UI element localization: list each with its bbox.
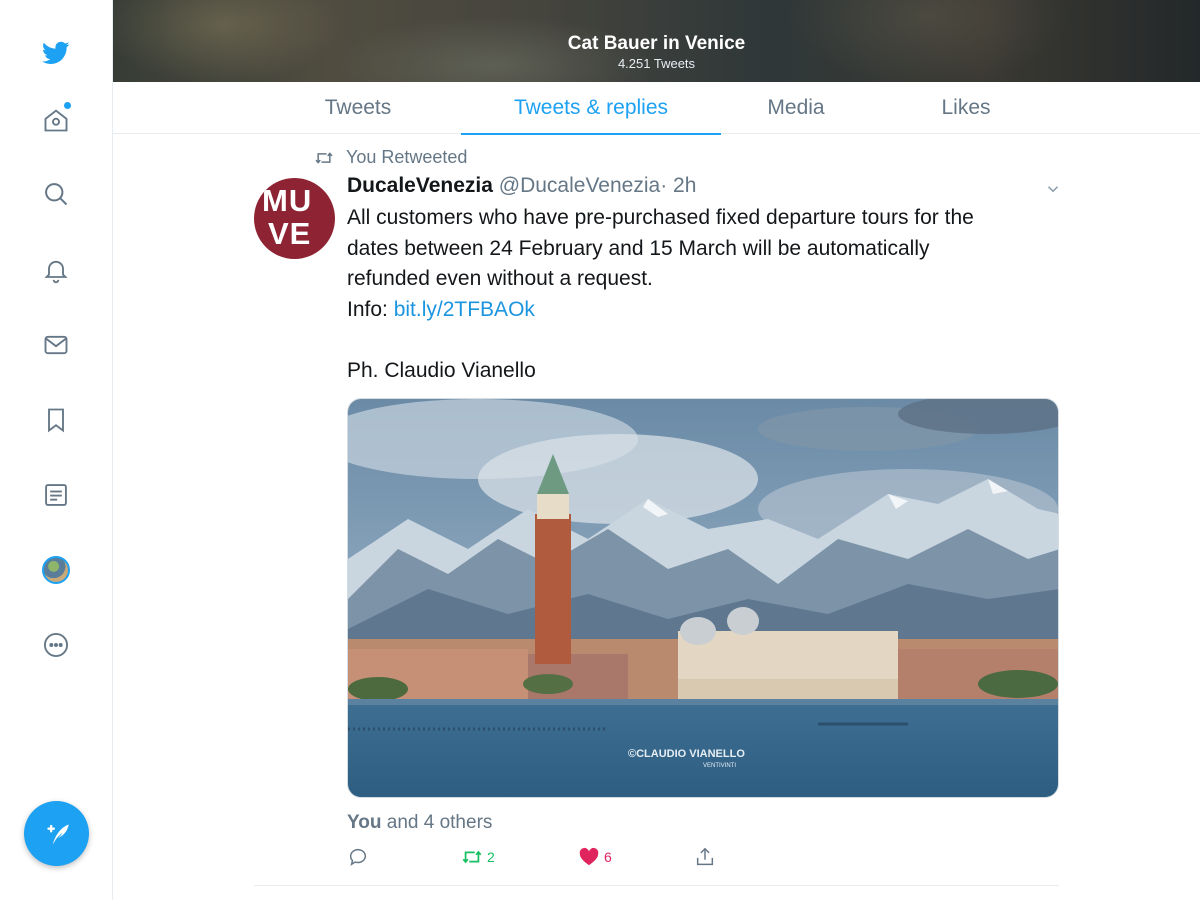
share-icon [696, 847, 714, 866]
reply-icon [349, 848, 366, 866]
avatar-text-bottom: VE [268, 216, 312, 251]
twitter-bird-icon[interactable] [36, 33, 76, 73]
more-icon[interactable] [36, 625, 76, 665]
share-button[interactable] [694, 846, 716, 868]
liked-by-you: You [347, 812, 382, 833]
chevron-down-icon[interactable] [1044, 180, 1062, 198]
tweet-author-avatar[interactable]: MU VE [254, 178, 335, 259]
tab-tweets[interactable]: Tweets [283, 82, 433, 134]
tweet-author-line: DucaleVenezia @DucaleVenezia· 2h [347, 174, 696, 198]
tab-media[interactable]: Media [733, 82, 859, 134]
list-icon[interactable] [36, 475, 76, 515]
tweet-media-image[interactable]: ©CLAUDIO VIANELLO VENTIVINTI [347, 398, 1059, 798]
mail-icon[interactable] [36, 325, 76, 365]
notification-dot [64, 102, 71, 109]
tweet-text: All customers who have pre-purchased fix… [347, 203, 1047, 386]
profile-tabs: Tweets Tweets & replies Media Likes [113, 82, 1200, 135]
tweet-actions: 2 6 [347, 846, 747, 874]
tweet-text-line: refunded even without a request. [347, 267, 653, 290]
liked-by-others: and 4 others [381, 812, 493, 833]
like-count: 6 [604, 849, 612, 865]
avatar [42, 556, 70, 584]
tweet-divider [254, 885, 1059, 886]
tab-likes[interactable]: Likes [913, 82, 1019, 134]
tweet-text-line: dates between 24 February and 15 March w… [347, 236, 930, 260]
bell-icon[interactable] [36, 250, 76, 290]
media-watermark: ©CLAUDIO VIANELLO [628, 748, 745, 760]
profile-avatar[interactable] [36, 550, 76, 590]
compose-tweet-button[interactable] [24, 801, 89, 866]
retweet-count: 2 [487, 849, 495, 865]
author-handle[interactable]: @DucaleVenezia [499, 174, 660, 197]
tab-tweets-and-replies[interactable]: Tweets & replies [461, 82, 721, 135]
tweet-text-line: All customers who have pre-purchased fix… [347, 206, 974, 229]
retweet-label: You Retweeted [346, 147, 468, 167]
compose-tweet-icon [46, 823, 69, 845]
retweet-button[interactable]: 2 [461, 846, 495, 868]
nav-rail [0, 0, 113, 900]
photo-credit: Ph. Claudio Vianello [347, 358, 536, 382]
retweet-icon [462, 850, 482, 864]
retweet-context: You Retweeted [314, 147, 467, 168]
tweet-info-line: Info: bit.ly/2TFBAOk [347, 295, 1047, 326]
liked-by[interactable]: You and 4 others [347, 812, 492, 834]
info-label: Info: [347, 297, 394, 321]
like-button[interactable]: 6 [578, 846, 612, 868]
tweet-time[interactable]: · 2h [660, 174, 696, 197]
bookmark-icon[interactable] [36, 400, 76, 440]
search-icon[interactable] [36, 174, 76, 214]
heart-icon [579, 847, 599, 866]
tweet-count: 4.251 Tweets [617, 56, 696, 71]
profile-header: Cat Bauer in Venice 4.251 Tweets [113, 0, 1200, 82]
reply-button[interactable] [347, 846, 369, 868]
profile-name: Cat Bauer in Venice [567, 33, 746, 54]
home-icon[interactable] [36, 100, 76, 140]
avatar-text-top: MU [262, 183, 313, 218]
tweet-link[interactable]: bit.ly/2TFBAOk [394, 298, 535, 321]
media-watermark-sub: VENTIVINTI [703, 763, 736, 769]
retweet-icon [315, 151, 333, 164]
author-name[interactable]: DucaleVenezia [347, 174, 493, 197]
